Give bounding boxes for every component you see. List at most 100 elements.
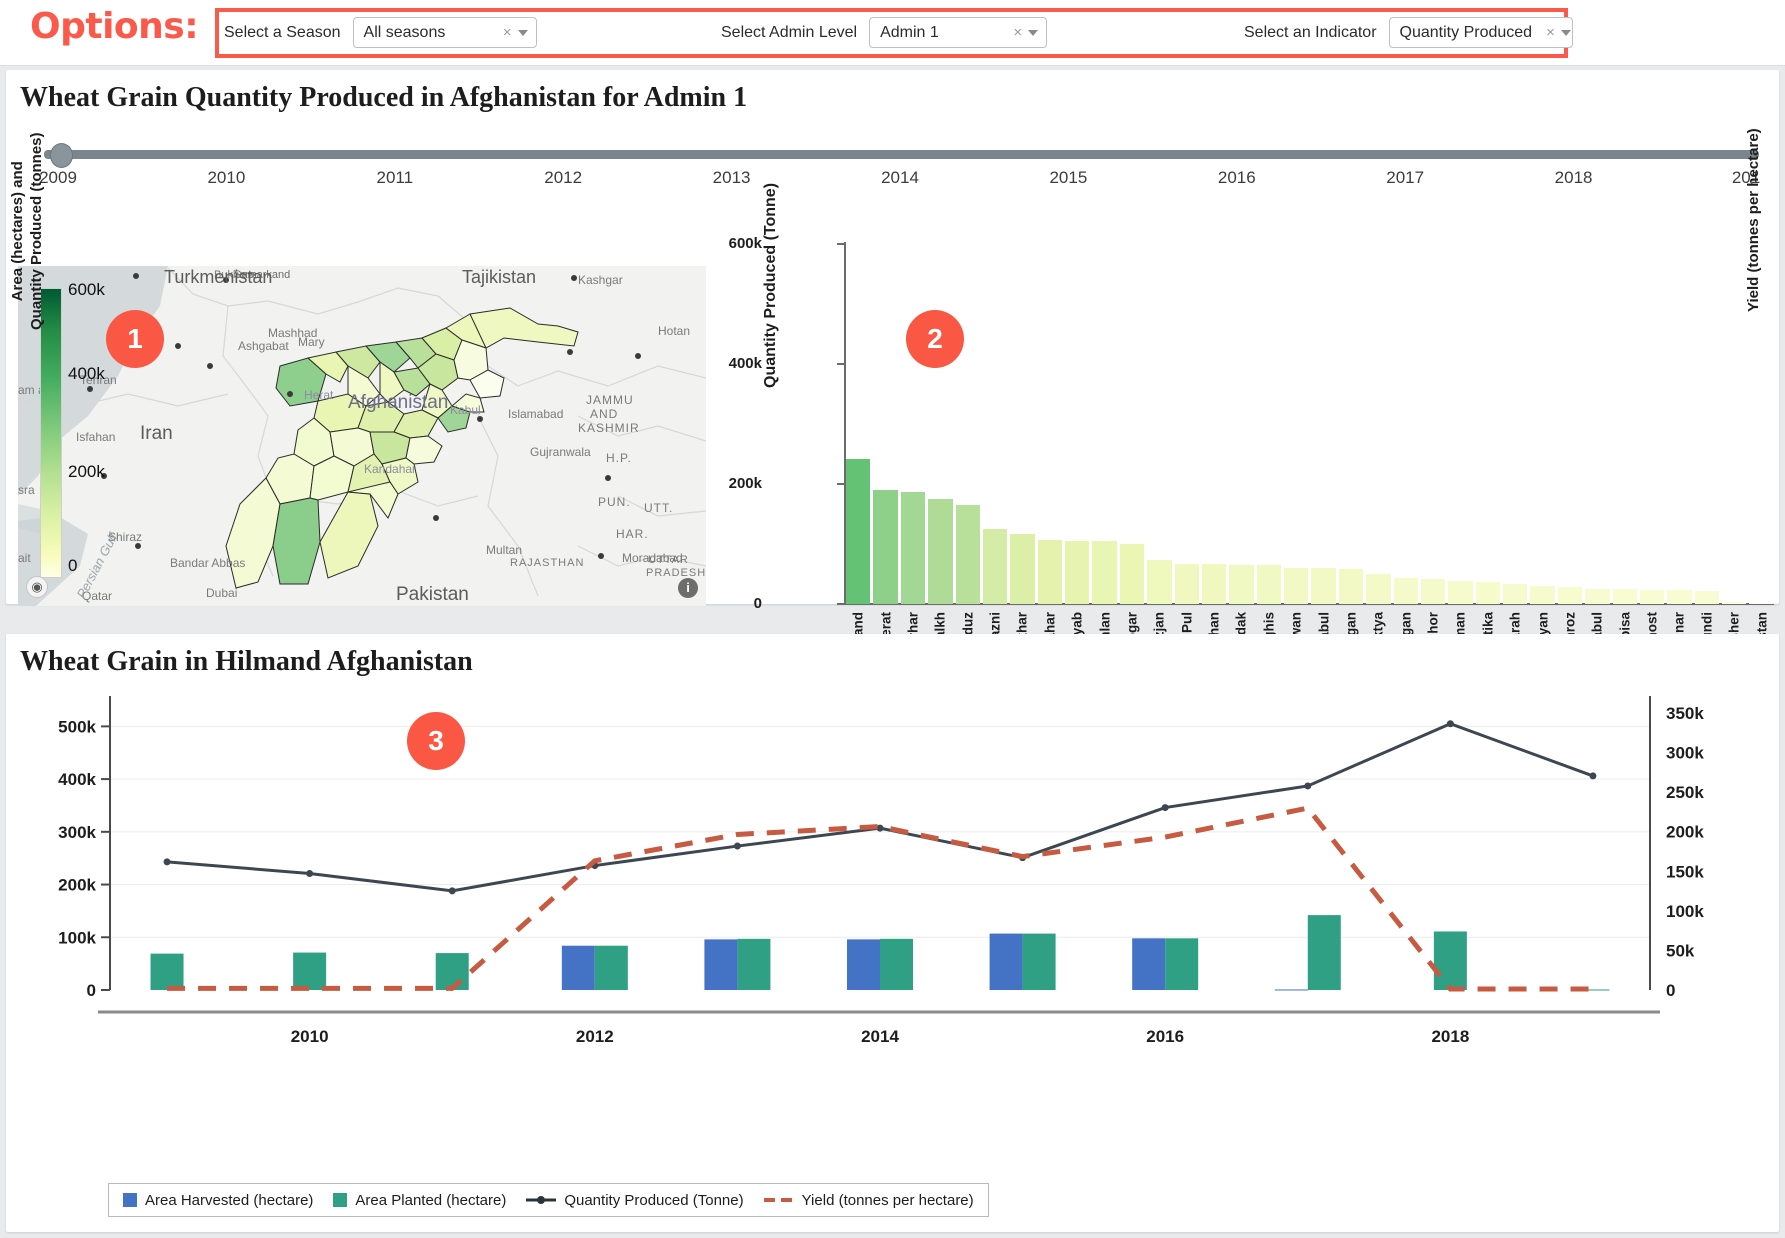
info-icon[interactable]: i: [678, 578, 698, 598]
line-marker-icon: [526, 1193, 556, 1207]
detail-title: Wheat Grain in Hilmand Afghanistan: [20, 646, 473, 678]
bar[interactable]: [1394, 578, 1418, 604]
admin-level-select[interactable]: Admin 1 ×: [869, 17, 1047, 48]
bar[interactable]: [1421, 579, 1445, 604]
bar[interactable]: [983, 529, 1007, 604]
bar[interactable]: [1120, 544, 1144, 604]
combo-left-ytick: 300k: [58, 823, 96, 842]
svg-text:Kandahar: Kandahar: [364, 462, 416, 476]
bar[interactable]: [1311, 568, 1335, 604]
bar[interactable]: [1530, 586, 1554, 604]
bar[interactable]: [1092, 541, 1116, 604]
line-point[interactable]: [734, 843, 741, 850]
bar-area-harvested[interactable]: [1132, 938, 1165, 990]
bar[interactable]: [846, 459, 870, 604]
bar[interactable]: [1175, 564, 1199, 604]
svg-text:PUN.: PUN.: [598, 495, 631, 509]
legend-item[interactable]: Area Planted (hectare): [333, 1192, 506, 1209]
bar[interactable]: [1339, 569, 1363, 604]
options-bar: Options: Select a Season All seasons × S…: [0, 0, 1785, 66]
bar[interactable]: [928, 499, 952, 604]
slider-handle[interactable]: [50, 143, 73, 168]
line-point[interactable]: [449, 887, 456, 894]
chart-legend[interactable]: Area Harvested (hectare) Area Planted (he…: [108, 1183, 989, 1217]
line-point[interactable]: [1304, 782, 1311, 789]
bar[interactable]: [1722, 602, 1746, 604]
season-select[interactable]: All seasons ×: [353, 17, 537, 48]
line-point[interactable]: [1447, 720, 1454, 727]
bar-area-harvested[interactable]: [562, 946, 595, 990]
square-swatch-icon: [333, 1193, 347, 1207]
combo-right-ytick: 300k: [1666, 744, 1704, 763]
bar[interactable]: [1229, 565, 1253, 604]
bar[interactable]: [1147, 560, 1171, 604]
bar-area-planted[interactable]: [737, 939, 770, 990]
bar[interactable]: [1366, 574, 1390, 604]
bar-area-harvested[interactable]: [847, 939, 880, 990]
bar-series[interactable]: [846, 246, 1774, 604]
admin-level-control: Select Admin Level Admin 1 ×: [721, 17, 1047, 48]
bar-area-harvested[interactable]: [704, 939, 737, 990]
legend-item[interactable]: Area Harvested (hectare): [123, 1192, 313, 1209]
bar-area-harvested[interactable]: [990, 934, 1023, 990]
slider-tick: 2017: [1386, 168, 1424, 188]
bar-area-planted[interactable]: [1165, 938, 1198, 990]
bar-area-planted[interactable]: [880, 939, 913, 990]
line-point[interactable]: [164, 858, 171, 865]
bar[interactable]: [1558, 587, 1582, 604]
bar[interactable]: [1202, 564, 1226, 604]
combo-canvas[interactable]: 0100k200k300k400k500k050k100k150k200k250…: [10, 690, 1765, 1050]
bar[interactable]: [1038, 540, 1062, 604]
season-label: Select a Season: [224, 24, 341, 42]
indicator-select[interactable]: Quantity Produced ×: [1389, 17, 1573, 48]
bar[interactable]: [1448, 581, 1472, 604]
chevron-down-icon[interactable]: [518, 30, 528, 36]
clear-icon[interactable]: ×: [503, 24, 512, 41]
bar-area-planted[interactable]: [595, 946, 628, 990]
callout-badge-2: 2: [906, 310, 964, 368]
svg-text:Ashgabat: Ashgabat: [238, 339, 289, 353]
bar-area-planted[interactable]: [1434, 931, 1467, 990]
colorbar-tick-200k: 200k: [68, 462, 105, 482]
svg-text:KASHMIR: KASHMIR: [578, 421, 640, 435]
bar[interactable]: [1667, 590, 1691, 604]
clear-icon[interactable]: ×: [1013, 24, 1022, 41]
slider-tick: 2013: [713, 168, 751, 188]
bar[interactable]: [1695, 591, 1719, 604]
bar-area-planted[interactable]: [436, 953, 469, 990]
slider-track[interactable]: [44, 150, 1759, 159]
bar[interactable]: [1749, 603, 1773, 604]
zoom-icon[interactable]: ◉: [26, 576, 48, 598]
line-point[interactable]: [1162, 804, 1169, 811]
bar[interactable]: [1284, 568, 1308, 604]
line-point[interactable]: [306, 870, 313, 877]
bar-area-planted[interactable]: [151, 954, 184, 990]
bar[interactable]: [1257, 565, 1281, 604]
bar[interactable]: [1585, 589, 1609, 605]
bar[interactable]: [1613, 589, 1637, 604]
bar[interactable]: [956, 505, 980, 604]
bar[interactable]: [1065, 541, 1089, 604]
bar[interactable]: [1010, 534, 1034, 604]
line-quantity-produced[interactable]: [167, 724, 1593, 891]
line-point[interactable]: [1589, 772, 1596, 779]
year-slider[interactable]: 2009201020112012201320142015201620172018…: [28, 138, 1764, 184]
legend-item[interactable]: Yield (tonnes per hectare): [764, 1192, 974, 1209]
bar-area-planted[interactable]: [1308, 915, 1341, 990]
bar-area-planted[interactable]: [293, 953, 326, 990]
bar-area-harvested[interactable]: [1275, 989, 1308, 990]
chevron-down-icon[interactable]: [1561, 30, 1571, 36]
legend-item[interactable]: Quantity Produced (Tonne): [526, 1192, 743, 1209]
bar[interactable]: [873, 490, 897, 604]
bar-area-planted[interactable]: [1023, 934, 1056, 990]
bar[interactable]: [1640, 590, 1664, 604]
combo-xtick: 2012: [576, 1027, 614, 1046]
bar[interactable]: [1503, 584, 1527, 604]
svg-text:Herat: Herat: [304, 388, 334, 402]
clear-icon[interactable]: ×: [1546, 24, 1555, 41]
bar[interactable]: [1476, 582, 1500, 604]
dashboard-page: Options: Select a Season All seasons × S…: [0, 0, 1785, 1238]
slider-tick: 2011: [377, 168, 414, 188]
bar[interactable]: [901, 492, 925, 604]
chevron-down-icon[interactable]: [1028, 30, 1038, 36]
